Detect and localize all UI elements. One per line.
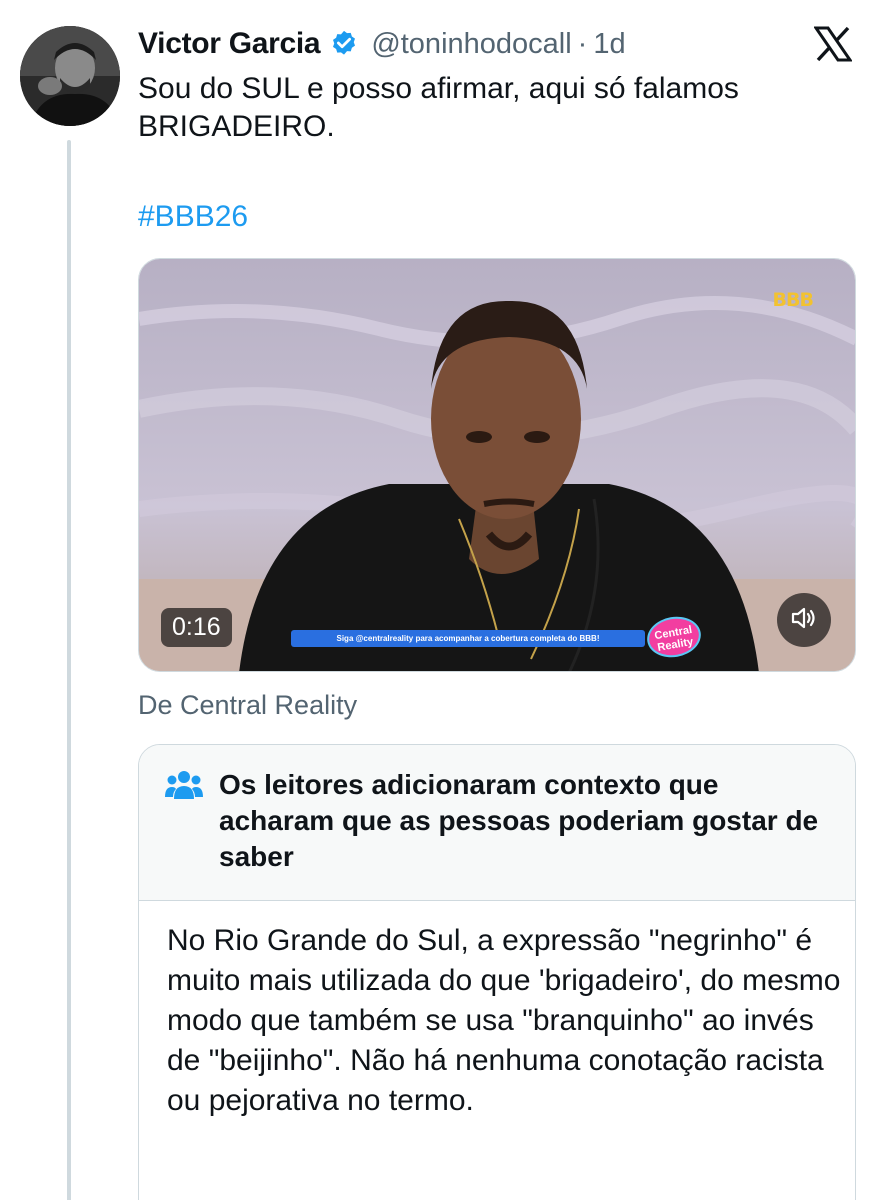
sound-button[interactable]: [777, 593, 831, 647]
community-note-title: Os leitores adicionaram contexto que ach…: [219, 769, 819, 872]
author-name[interactable]: Victor Garcia: [138, 27, 321, 61]
separator: ·: [577, 27, 588, 60]
hashtag-link[interactable]: #BBB26: [138, 198, 248, 236]
video-player[interactable]: BBB 0:16 Siga @centralreality para acomp…: [138, 258, 856, 672]
verified-badge-icon: [329, 29, 359, 59]
community-note: Os leitores adicionaram contexto que ach…: [138, 744, 856, 1200]
bbb-logo: BBB: [772, 289, 814, 311]
x-logo-icon: [813, 26, 853, 62]
timestamp[interactable]: 1d: [593, 28, 625, 61]
speaker-icon: [790, 605, 818, 636]
avatar[interactable]: [20, 26, 120, 126]
video-banner: Siga @centralreality para acompanhar a c…: [291, 630, 645, 647]
people-icon: [165, 769, 203, 801]
author-handle[interactable]: @toninhodocall: [371, 28, 571, 61]
community-note-body: No Rio Grande do Sul, a expressão "negri…: [167, 924, 841, 1117]
tweet-text: Sou do SUL e posso afirmar, aqui só fala…: [138, 72, 739, 143]
media-source[interactable]: De Central Reality: [138, 690, 357, 721]
community-note-header: Os leitores adicionaram contexto que ach…: [139, 745, 855, 901]
tweet-header: Victor Garcia @toninhodocall · 1d: [138, 22, 626, 66]
video-duration: 0:16: [161, 608, 232, 647]
thread-line: [67, 140, 71, 1200]
video-thumbnail: [139, 259, 855, 671]
